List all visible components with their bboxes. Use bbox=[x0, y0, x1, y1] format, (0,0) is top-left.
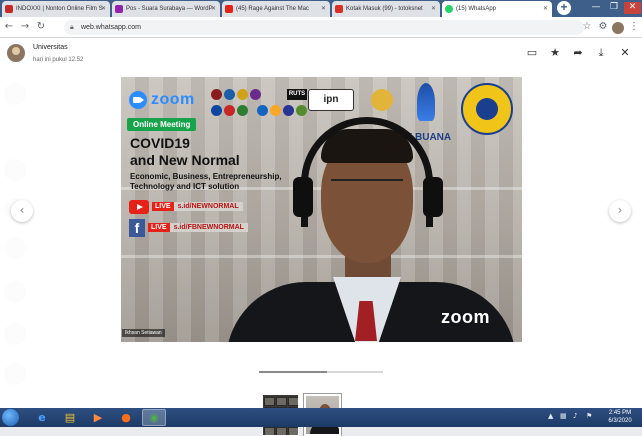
close-tab-icon[interactable]: ✕ bbox=[211, 5, 216, 12]
forward-nav-button[interactable]: → bbox=[18, 20, 32, 34]
profile-avatar[interactable] bbox=[612, 22, 624, 34]
headphone-cup bbox=[293, 177, 313, 217]
clock-date: 6/3/2020 bbox=[608, 418, 632, 424]
browser-toolbar: ← → ↻ 🔒︎ web.whatsapp.com ☆ ⚙ ⋮ bbox=[0, 17, 642, 38]
message-icon[interactable]: ▭ bbox=[525, 46, 539, 60]
lock-icon: 🔒︎ bbox=[70, 24, 74, 31]
address-bar[interactable]: 🔒︎ web.whatsapp.com bbox=[64, 20, 584, 35]
zoom-watermark: zoom bbox=[441, 307, 490, 327]
firefox-icon[interactable]: ● bbox=[114, 409, 138, 426]
forward-icon[interactable]: ➦ bbox=[571, 46, 585, 60]
tray-up-arrow-icon[interactable]: ▲ bbox=[548, 412, 553, 420]
minimize-button[interactable]: — bbox=[588, 2, 604, 14]
explorer-icon[interactable]: ▤ bbox=[58, 409, 82, 426]
media-player-icon[interactable]: ▶ bbox=[86, 409, 110, 426]
new-tab-button[interactable]: + bbox=[557, 1, 571, 15]
tab-label: (15) WhatsApp bbox=[456, 6, 497, 12]
start-button[interactable] bbox=[2, 409, 19, 426]
participant-name-tag: Ikhsan Setiawan bbox=[122, 329, 165, 337]
thumbnail-cell bbox=[288, 427, 298, 435]
address-bar-url: web.whatsapp.com bbox=[81, 24, 141, 31]
tray-flag-icon[interactable]: ⚑ bbox=[586, 412, 592, 420]
system-clock[interactable]: 2:45 PM 6/3/2020 bbox=[601, 409, 639, 425]
tab-label: Kotak Masuk (99) - totoksnet bbox=[346, 6, 423, 12]
browser-tab-youtube[interactable]: (45) Rage Against The Mac ✕ bbox=[222, 1, 330, 17]
thumbnail-cell bbox=[288, 397, 298, 406]
sender-avatar[interactable] bbox=[7, 44, 25, 62]
gmail-icon bbox=[335, 5, 343, 13]
close-icon[interactable]: ✕ bbox=[618, 46, 632, 60]
download-icon[interactable]: ⤓ bbox=[594, 46, 608, 60]
sender-name: Universitas bbox=[33, 44, 68, 51]
browser-tab-whatsapp[interactable]: (15) WhatsApp ✕ bbox=[442, 1, 552, 17]
menu-icon[interactable]: ⋮ bbox=[627, 20, 641, 34]
close-tab-icon[interactable]: ✕ bbox=[101, 5, 106, 12]
browser-tab-bar: INDOXXI | Nonton Online Film S ✕ Pos - S… bbox=[0, 0, 642, 17]
thumbnail-cell bbox=[264, 397, 275, 406]
tray-network-icon[interactable]: ▦ bbox=[560, 412, 567, 420]
media-image[interactable]: RUTS ipn U BUANA zoom Online Meeting COV… bbox=[121, 77, 522, 342]
close-window-button[interactable]: ✕ bbox=[624, 2, 641, 14]
windows-taskbar: e ▤ ▶ ● ◉ ▲ ▦ ♪ ⚑ 2:45 PM 6/3/2020 bbox=[0, 408, 642, 427]
browser-tab-gmail[interactable]: Kotak Masuk (99) - totoksnet ✕ bbox=[332, 1, 440, 17]
maximize-button[interactable]: ❐ bbox=[606, 2, 622, 14]
headphones-icon bbox=[301, 117, 433, 227]
bookmark-star-icon[interactable]: ☆ bbox=[580, 20, 594, 34]
film-icon bbox=[5, 5, 13, 13]
media-progress-bar bbox=[259, 371, 383, 373]
whatsapp-icon bbox=[445, 5, 453, 13]
close-tab-icon[interactable]: ✕ bbox=[543, 5, 548, 12]
thumbnail-cell bbox=[276, 397, 287, 406]
tray-volume-icon[interactable]: ♪ bbox=[573, 412, 577, 420]
tab-label: Pos - Suara Surabaya — WordP bbox=[126, 6, 213, 12]
star-icon[interactable]: ★ bbox=[548, 46, 562, 60]
media-viewer-header: Universitas hari ini pukul 12.52 ▭ ★ ➦ ⤓… bbox=[0, 38, 642, 72]
ie-icon[interactable]: e bbox=[30, 409, 54, 426]
media-viewer: Universitas hari ini pukul 12.52 ▭ ★ ➦ ⤓… bbox=[0, 38, 642, 436]
youtube-icon bbox=[225, 5, 233, 13]
close-tab-icon[interactable]: ✕ bbox=[321, 5, 326, 12]
reload-button[interactable]: ↻ bbox=[34, 20, 48, 34]
close-tab-icon[interactable]: ✕ bbox=[431, 5, 436, 12]
browser-tab-indoxxi[interactable]: INDOXXI | Nonton Online Film S ✕ bbox=[2, 1, 110, 17]
speaker-video bbox=[121, 77, 522, 342]
back-button[interactable]: ← bbox=[2, 20, 16, 34]
browser-tab-wordpress[interactable]: Pos - Suara Surabaya — WordP ✕ bbox=[112, 1, 220, 17]
extension-icon[interactable]: ⚙ bbox=[596, 20, 610, 34]
next-media-button[interactable]: › bbox=[609, 200, 631, 222]
chrome-icon[interactable]: ◉ bbox=[142, 409, 166, 426]
tab-label: INDOXXI | Nonton Online Film S bbox=[16, 6, 103, 12]
message-timestamp: hari ini pukul 12.52 bbox=[33, 57, 84, 63]
clock-time: 2:45 PM bbox=[608, 410, 632, 416]
wordpress-icon bbox=[115, 5, 123, 13]
thumbnail-cell bbox=[264, 427, 275, 435]
headphone-cup bbox=[423, 177, 443, 217]
thumbnail-cell bbox=[276, 427, 287, 435]
media-progress-fill bbox=[259, 371, 328, 373]
previous-media-button[interactable]: ‹ bbox=[11, 200, 33, 222]
tab-label: (45) Rage Against The Mac bbox=[236, 6, 309, 12]
